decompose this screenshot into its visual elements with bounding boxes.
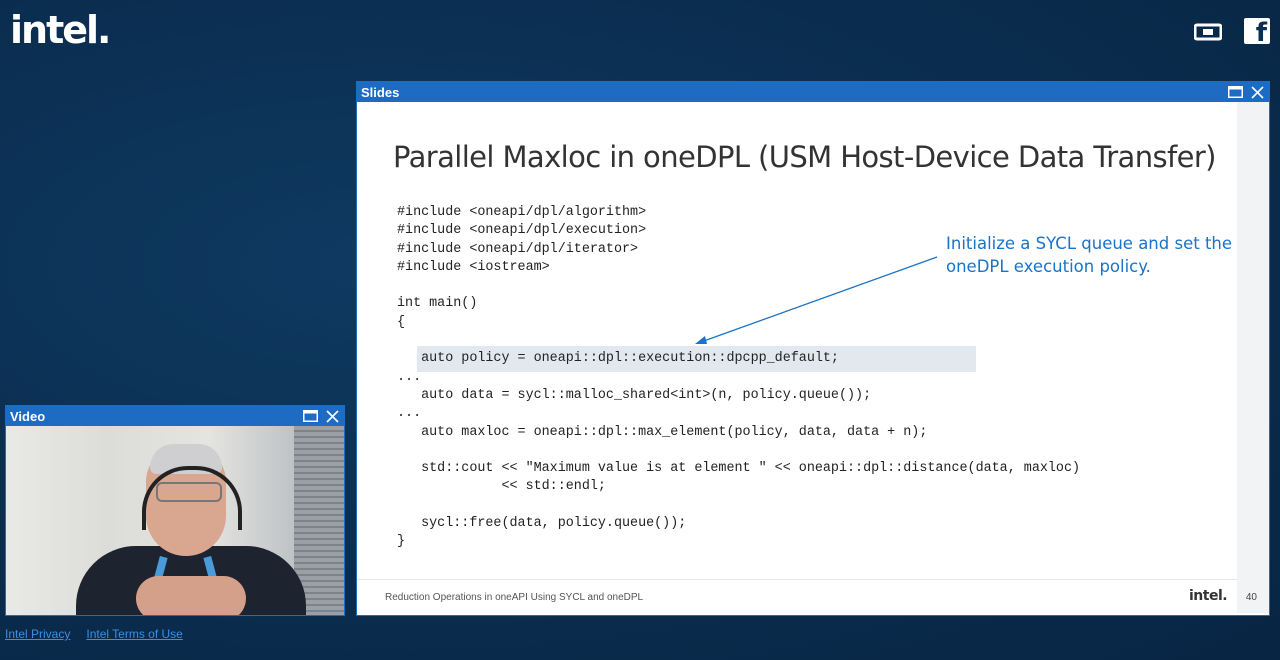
slides-window-titlebar[interactable]: Slides [357, 82, 1269, 102]
video-feed[interactable] [6, 426, 344, 615]
facebook-icon[interactable]: f [1244, 18, 1270, 48]
intel-logo: intel. [10, 8, 111, 52]
annotation-arrow [695, 256, 938, 344]
maximize-icon[interactable] [302, 408, 318, 424]
footer-links: Intel Privacy Intel Terms of Use [5, 627, 183, 641]
intel-terms-link[interactable]: Intel Terms of Use [86, 627, 182, 641]
intel-privacy-link[interactable]: Intel Privacy [5, 627, 70, 641]
close-icon[interactable] [324, 408, 340, 424]
presenter-hands [136, 576, 246, 615]
slide-footer: Reduction Operations in oneAPI Using SYC… [357, 579, 1237, 613]
video-window: Video [5, 405, 345, 616]
video-window-title: Video [10, 408, 46, 424]
footer-text: Reduction Operations in oneAPI Using SYC… [385, 592, 644, 603]
close-icon[interactable] [1249, 84, 1265, 100]
video-window-titlebar[interactable]: Video [6, 406, 344, 426]
slide-title: Parallel Maxloc in oneDPL (USM Host-Devi… [393, 140, 1216, 174]
slides-window: Slides Parallel Maxloc in oneDPL (USM Ho… [356, 81, 1270, 616]
slides-window-title: Slides [361, 84, 400, 100]
slide-content: Parallel Maxloc in oneDPL (USM Host-Devi… [357, 102, 1269, 613]
top-icons: f [1194, 18, 1270, 48]
page-number: 40 [1245, 592, 1257, 603]
annotation-text: Initialize a SYCL queue and set the oneD… [946, 234, 1233, 276]
share-icon[interactable] [1194, 22, 1222, 42]
footer-logo: intel. [1189, 588, 1228, 604]
slide-side-panel [1237, 102, 1269, 613]
maximize-icon[interactable] [1227, 84, 1243, 100]
glasses [156, 482, 222, 502]
